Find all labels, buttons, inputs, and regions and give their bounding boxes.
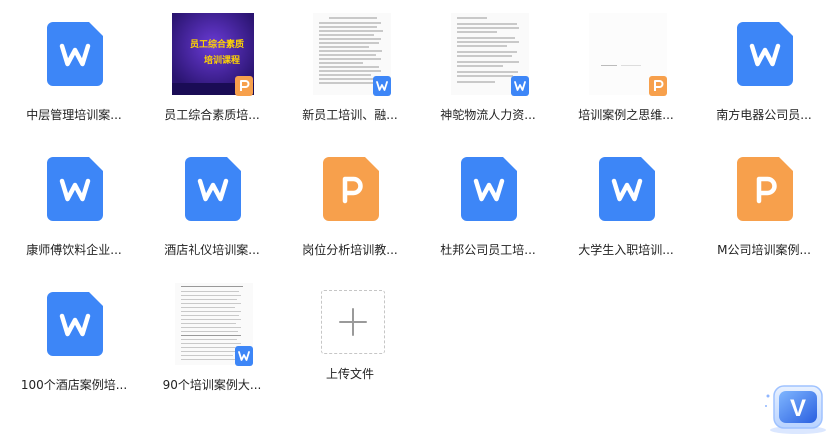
file-tile[interactable]: 100个酒店案例培... — [6, 275, 142, 409]
file-thumbnail — [29, 8, 119, 98]
file-thumbnail — [305, 8, 395, 98]
file-name: M公司培训案例... — [717, 243, 811, 257]
file-tile[interactable]: 南方电器公司员... — [696, 5, 832, 139]
word-doc-icon — [461, 157, 517, 221]
file-thumbnail — [581, 143, 671, 233]
file-grid: 中层管理培训案... 员工综合素质 培训课程 员工综合素质培... 新员工培训、… — [6, 0, 833, 438]
file-tile[interactable]: 岗位分析培训教... — [282, 140, 418, 274]
word-doc-icon — [185, 157, 241, 221]
word-badge-icon — [511, 76, 529, 96]
file-name: 酒店礼仪培训案... — [164, 243, 260, 257]
file-thumbnail — [443, 8, 533, 98]
file-thumbnail — [443, 143, 533, 233]
ppt-doc-icon — [737, 157, 793, 221]
file-name: 大学生入职培训... — [578, 243, 674, 257]
file-tile[interactable]: 中层管理培训案... — [6, 5, 142, 139]
file-name: 杜邦公司员工培... — [440, 243, 536, 257]
file-thumbnail — [167, 143, 257, 233]
file-name: 员工综合素质培... — [164, 108, 260, 122]
file-name: 神鸵物流人力资... — [440, 108, 536, 122]
file-name: 90个培训案例大... — [162, 378, 262, 392]
file-thumbnail — [719, 8, 809, 98]
svg-text:V: V — [790, 395, 806, 422]
file-name: 100个酒店案例培... — [20, 378, 128, 392]
file-name: 培训案例之思维... — [578, 108, 674, 122]
file-thumbnail — [29, 143, 119, 233]
file-name: 康师傅饮料企业... — [26, 243, 122, 257]
file-name: 中层管理培训案... — [26, 108, 122, 122]
word-doc-icon — [599, 157, 655, 221]
file-name: 岗位分析培训教... — [302, 243, 398, 257]
file-tile[interactable]: 培训案例之思维... — [558, 5, 694, 139]
v-logo-button[interactable]: V — [762, 380, 828, 436]
file-tile[interactable]: M公司培训案例... — [696, 140, 832, 274]
upload-label: 上传文件 — [325, 367, 374, 381]
file-thumbnail — [29, 278, 119, 368]
slide-subtitle: 培训课程 — [204, 56, 241, 66]
file-name: 南方电器公司员... — [716, 108, 812, 122]
file-tile[interactable]: 神鸵物流人力资... — [420, 5, 556, 139]
file-tile[interactable]: 杜邦公司员工培... — [420, 140, 556, 274]
file-tile[interactable]: 康师傅饮料企业... — [6, 140, 142, 274]
file-name: 新员工培训、融... — [302, 108, 398, 122]
word-doc-icon — [47, 292, 103, 356]
file-tile[interactable]: 新员工培训、融... — [282, 5, 418, 139]
word-badge-icon — [235, 346, 253, 366]
file-thumbnail — [719, 143, 809, 233]
file-thumbnail — [581, 8, 671, 98]
v-logo-icon: V — [765, 385, 826, 434]
upload-button[interactable] — [321, 290, 385, 354]
plus-icon — [339, 308, 367, 336]
word-badge-icon — [373, 76, 391, 96]
file-thumbnail — [167, 278, 257, 368]
ppt-badge-icon — [235, 76, 253, 96]
file-tile[interactable]: 酒店礼仪培训案... — [144, 140, 280, 274]
file-thumbnail: 员工综合素质 培训课程 — [167, 8, 257, 98]
file-thumbnail — [305, 143, 395, 233]
file-tile[interactable]: 员工综合素质 培训课程 员工综合素质培... — [144, 5, 280, 139]
word-doc-icon — [47, 157, 103, 221]
upload-thumbnail — [305, 278, 395, 368]
ppt-doc-icon — [323, 157, 379, 221]
upload-tile[interactable]: 上传文件 — [282, 275, 418, 409]
word-doc-icon — [737, 22, 793, 86]
ppt-badge-icon — [649, 76, 667, 96]
word-doc-icon — [47, 22, 103, 86]
file-tile[interactable]: 大学生入职培训... — [558, 140, 694, 274]
slide-title: 员工综合素质 — [190, 40, 245, 50]
file-tile[interactable]: 90个培训案例大... — [144, 275, 280, 409]
